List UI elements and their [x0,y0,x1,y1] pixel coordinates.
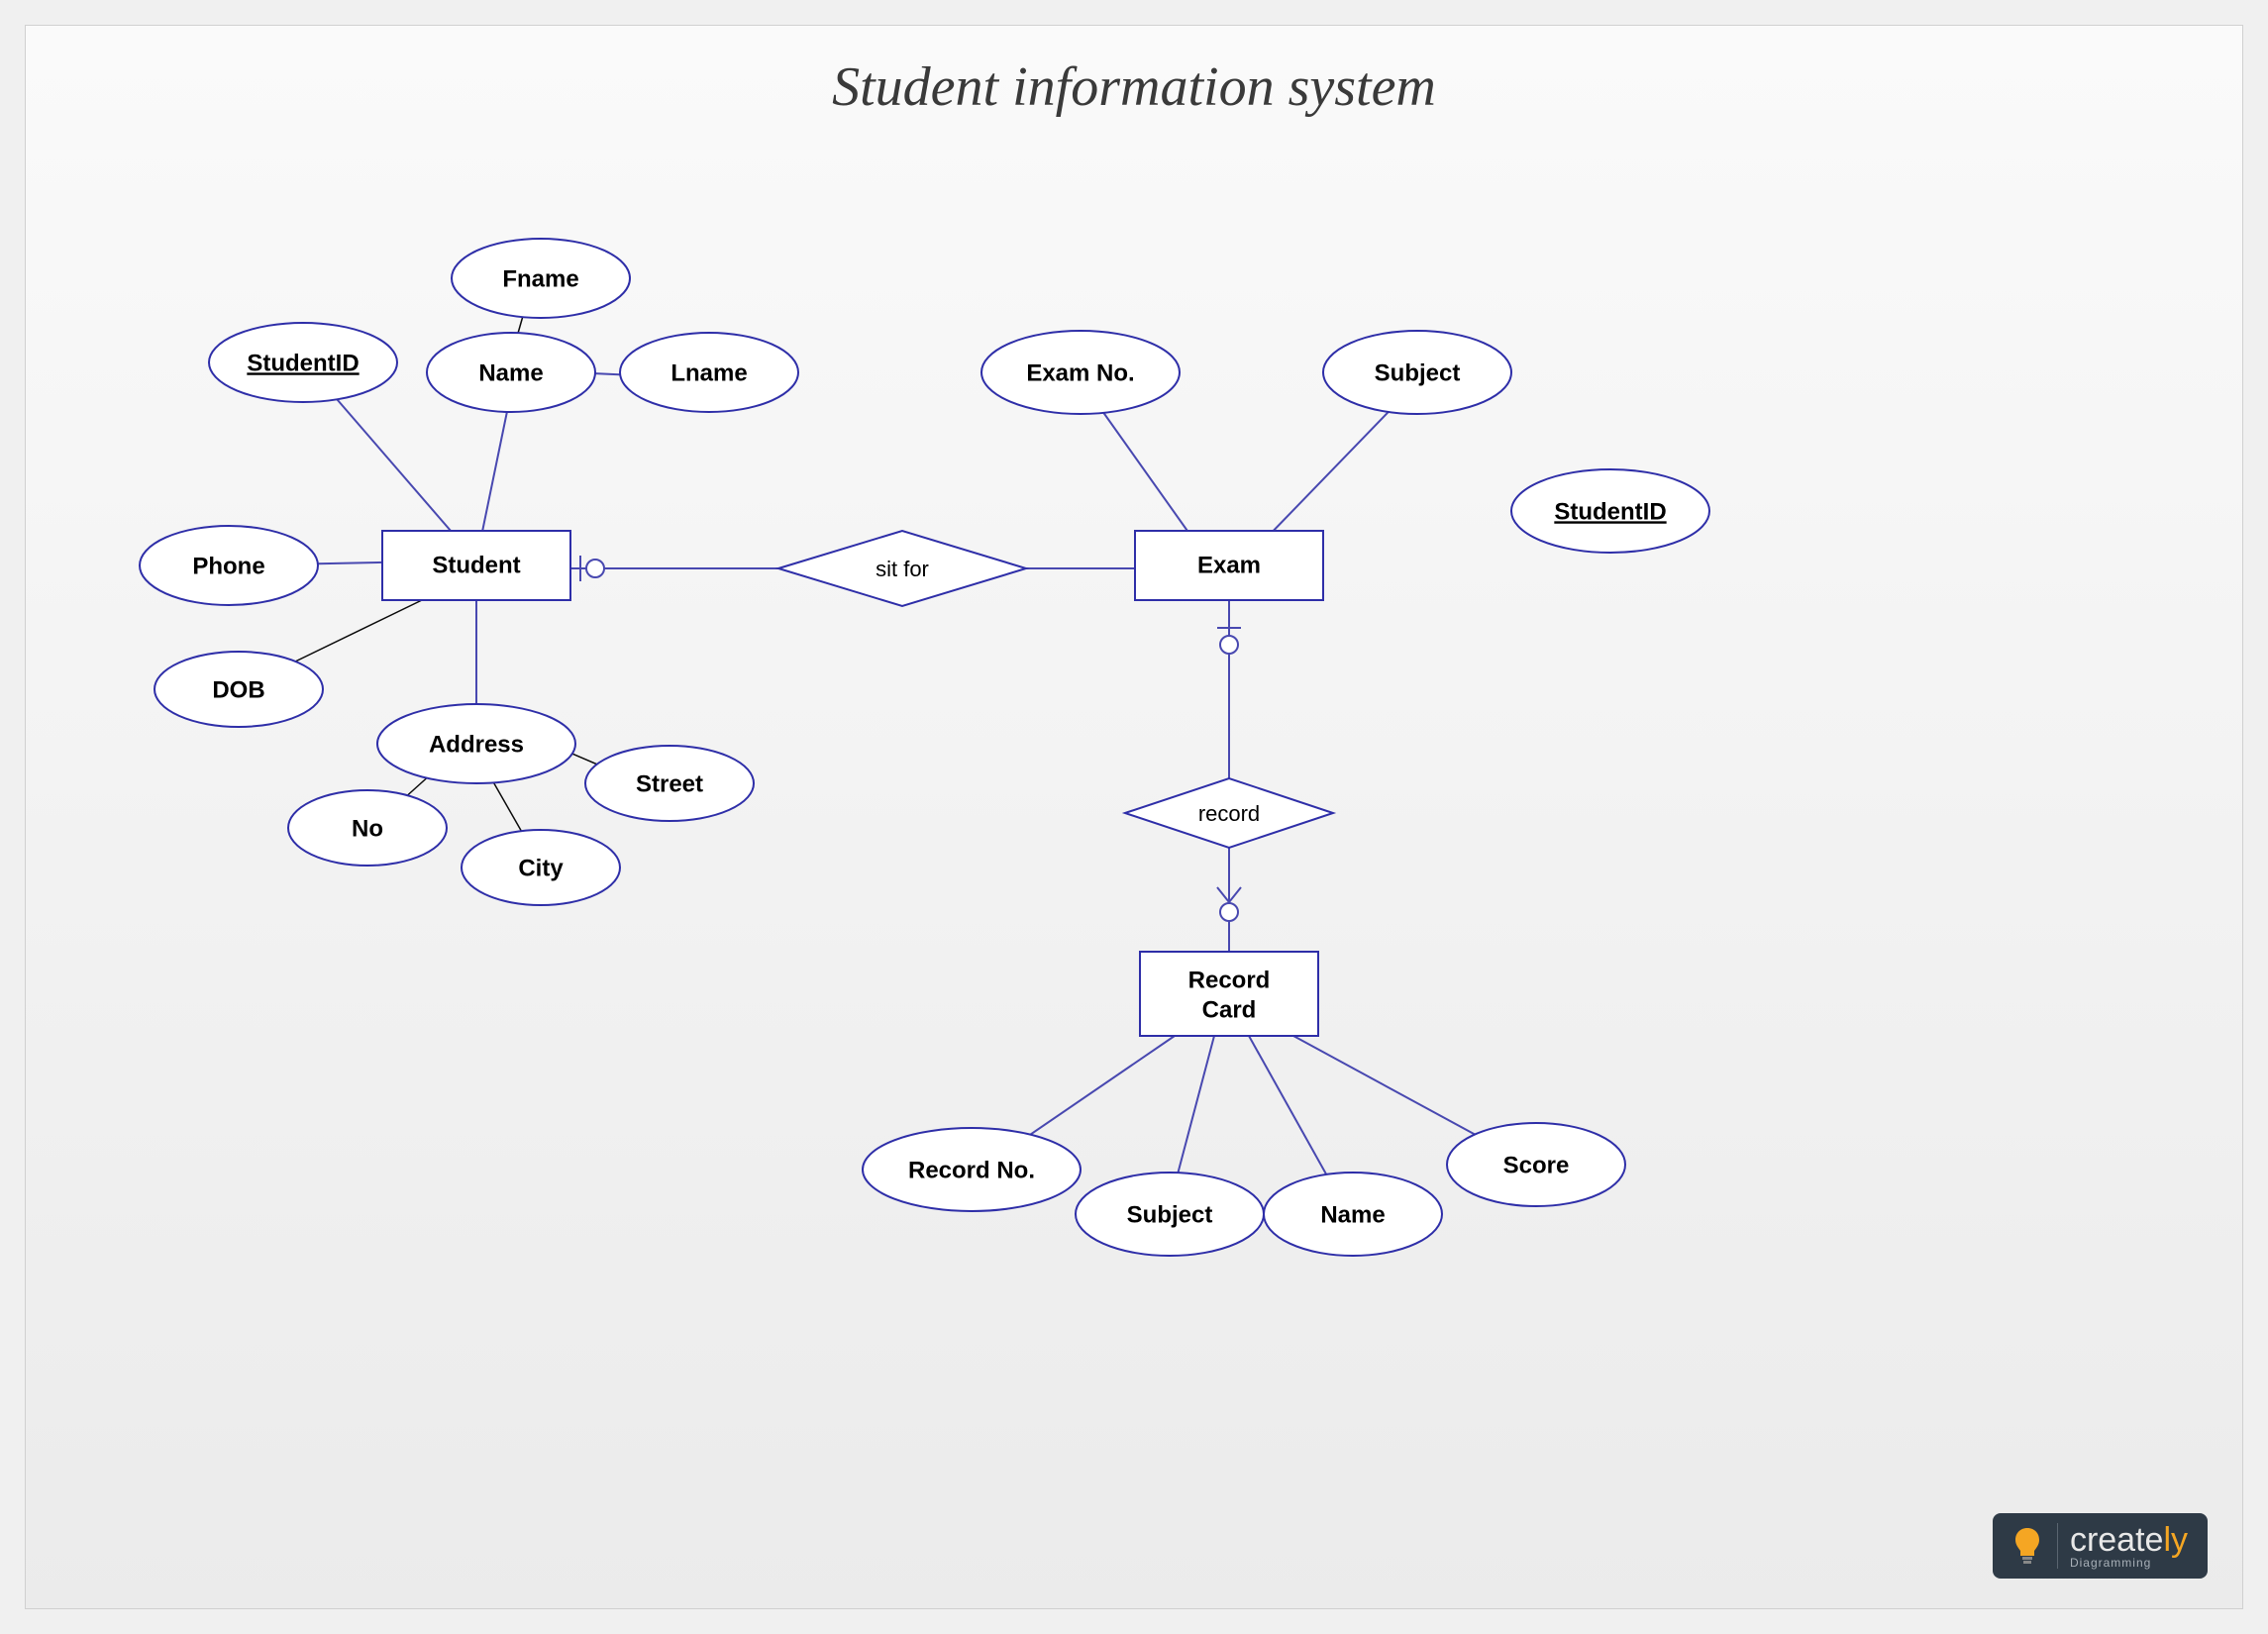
cardinality-exam-bottom [1220,636,1238,654]
attr-street-label: Street [636,770,703,797]
attr-dob-label: DOB [212,676,264,703]
attr-exam-subject-label: Subject [1375,359,1461,386]
entity-exam-label: Exam [1197,552,1261,578]
entity-student-label: Student [432,552,520,578]
entity-record-card-label-2: Card [1202,996,1257,1023]
attr-studentid-label: StudentID [247,350,359,376]
attr-city-label: City [518,855,564,881]
relationship-record-label: record [1198,801,1260,826]
attr-examno-label: Exam No. [1026,359,1134,386]
cardinality-student-side [586,560,604,577]
diagram-canvas: Student information system [25,25,2243,1609]
attr-score-label: Score [1503,1152,1570,1178]
attr-recordno-label: Record No. [908,1157,1035,1183]
attr-exam-studentid-label: StudentID [1554,498,1666,525]
relationship-sit-for-label: sit for [876,557,929,581]
cardinality-record-bottom [1220,903,1238,921]
attr-no-label: No [352,815,383,842]
attr-phone-label: Phone [192,553,264,579]
attr-rc-subject-label: Subject [1127,1201,1213,1228]
attr-fname-label: Fname [502,265,578,292]
attr-name-label: Name [478,359,543,386]
logo-text-main: creately [2070,1523,2188,1557]
attr-address-label: Address [429,731,524,758]
attr-rc-name-label: Name [1320,1201,1385,1228]
creately-logo: creately Diagramming [1993,1513,2208,1579]
entity-record-card-label-1: Record [1188,967,1271,993]
bulb-icon [2012,1523,2058,1569]
logo-text-sub: Diagramming [2070,1557,2188,1569]
er-diagram: Student Exam Record Card sit for record … [26,26,2244,1610]
attr-lname-label: Lname [670,359,747,386]
